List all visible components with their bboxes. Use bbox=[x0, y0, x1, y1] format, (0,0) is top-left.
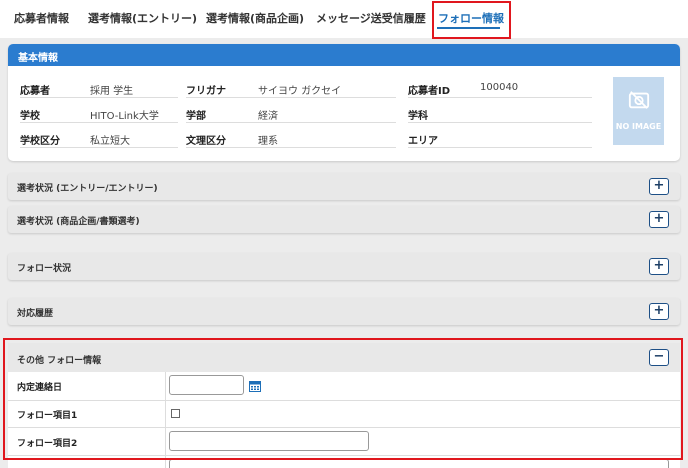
collapse-button[interactable]: − bbox=[649, 349, 669, 366]
tab-selection-product[interactable]: 選考情報(商品企画) bbox=[206, 10, 304, 26]
tab-bar: 応募者情報 選考情報(エントリー) 選考情報(商品企画) メッセージ送受信履歴 … bbox=[0, 0, 688, 38]
school-value: HITO-Link大学 bbox=[90, 111, 159, 122]
column-divider bbox=[165, 372, 166, 468]
row-divider bbox=[8, 427, 680, 428]
department-label: 学科 bbox=[408, 111, 428, 122]
faculty-value: 経済 bbox=[258, 111, 278, 122]
accordion-follow-status[interactable]: フォロー状況 + bbox=[8, 253, 680, 280]
expand-button[interactable]: + bbox=[649, 178, 669, 195]
offer-contact-date-input[interactable] bbox=[169, 375, 244, 395]
divider bbox=[186, 122, 396, 123]
row-divider bbox=[8, 455, 680, 456]
applicant-value: 採用 学生 bbox=[90, 86, 134, 97]
track-value: 理系 bbox=[258, 136, 278, 147]
accordion-title: フォロー状況 bbox=[17, 264, 72, 274]
profile-photo-placeholder: NO IMAGE bbox=[613, 77, 664, 145]
next-field-input[interactable] bbox=[169, 459, 669, 468]
school-type-value: 私立短大 bbox=[90, 136, 130, 147]
basic-info-title: 基本情報 bbox=[8, 44, 680, 66]
accordion-title: 対応履歴 bbox=[17, 309, 54, 319]
no-image-icon bbox=[628, 91, 650, 109]
accordion-title: 選考状況 (商品企画/書類選考) bbox=[17, 217, 140, 227]
accordion-title: 選考状況 (エントリー/エントリー) bbox=[17, 184, 158, 194]
furigana-label: フリガナ bbox=[186, 86, 226, 97]
school-label: 学校 bbox=[20, 111, 40, 122]
follow-item-1-checkbox[interactable] bbox=[171, 409, 180, 418]
follow-item-1-label: フォロー項目1 bbox=[17, 411, 78, 421]
offer-contact-date-label: 内定連絡日 bbox=[17, 383, 63, 393]
applicant-id-value: 100040 bbox=[480, 82, 519, 93]
divider bbox=[408, 122, 592, 123]
applicant-id-label: 応募者ID bbox=[408, 86, 451, 97]
track-label: 文理区分 bbox=[186, 136, 226, 147]
furigana-value: サイヨウ ガクセイ bbox=[258, 86, 342, 97]
follow-item-2-input[interactable] bbox=[169, 431, 369, 451]
faculty-label: 学部 bbox=[186, 111, 206, 122]
follow-item-2-label: フォロー項目2 bbox=[17, 439, 78, 449]
calendar-icon[interactable] bbox=[249, 380, 261, 392]
divider bbox=[408, 97, 592, 98]
row-divider bbox=[8, 400, 680, 401]
expand-button[interactable]: + bbox=[649, 303, 669, 320]
basic-info-card: 基本情報 応募者 採用 学生 フリガナ サイヨウ ガクセイ 応募者ID 1000… bbox=[8, 44, 680, 161]
school-type-label: 学校区分 bbox=[20, 136, 60, 147]
expand-button[interactable]: + bbox=[649, 258, 669, 275]
applicant-label: 応募者 bbox=[20, 86, 50, 97]
tab-message-history[interactable]: メッセージ送受信履歴 bbox=[316, 10, 426, 26]
divider bbox=[186, 97, 396, 98]
accordion-response-history[interactable]: 対応履歴 + bbox=[8, 298, 680, 325]
other-follow-info-section: その他 フォロー情報 − 内定連絡日 フォロー項目1 フォロー項目2 bbox=[8, 343, 680, 468]
other-follow-info-title: その他 フォロー情報 bbox=[17, 356, 102, 366]
accordion-selection-entry[interactable]: 選考状況 (エントリー/エントリー) + bbox=[8, 173, 680, 200]
tab-applicant-info[interactable]: 応募者情報 bbox=[14, 10, 69, 26]
divider bbox=[408, 147, 592, 148]
active-tab-indicator bbox=[437, 27, 500, 29]
tab-follow-info[interactable]: フォロー情報 bbox=[438, 10, 504, 26]
divider bbox=[20, 97, 178, 98]
tab-selection-entry[interactable]: 選考情報(エントリー) bbox=[88, 10, 197, 26]
divider bbox=[20, 147, 178, 148]
area-label: エリア bbox=[408, 136, 438, 147]
expand-button[interactable]: + bbox=[649, 211, 669, 228]
divider bbox=[186, 147, 396, 148]
accordion-selection-product[interactable]: 選考状況 (商品企画/書類選考) + bbox=[8, 206, 680, 233]
no-image-label: NO IMAGE bbox=[615, 122, 662, 131]
divider bbox=[20, 122, 178, 123]
other-follow-info-header[interactable]: その他 フォロー情報 − bbox=[8, 343, 680, 372]
